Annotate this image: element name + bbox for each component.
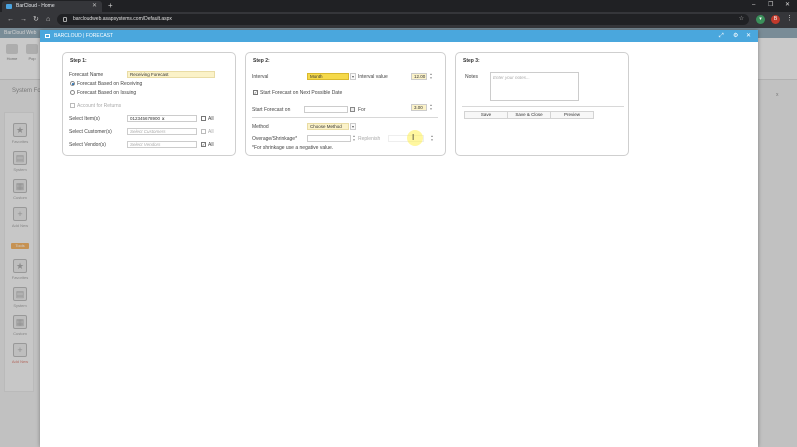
selected-item-tag: 012345678900 [130,116,161,121]
extension-shield-icon[interactable]: ▾ [756,15,765,24]
step2-divider [252,117,438,118]
preview-button[interactable]: Preview [550,111,594,119]
start-next-date-label: Start Forecast on Next Possible Date [260,90,343,96]
address-bar[interactable]: barcloudweb.asapsystems.com/Default.aspx… [57,14,749,25]
radio-forecast-receiving[interactable] [70,81,75,86]
back-icon[interactable]: ← [7,14,14,26]
step1-title: Step 1: [70,58,87,64]
window-close-icon[interactable]: ✕ [785,0,790,10]
maximize-icon[interactable]: ❐ [768,0,773,10]
forward-icon[interactable]: → [20,14,27,26]
window-icon [45,34,50,38]
start-forecast-on-label: Start Forecast on [252,107,291,113]
browser-tab[interactable]: BarCloud - Home ✕ [2,1,102,12]
notes-textarea[interactable]: Enter your notes... [490,72,579,101]
bookmark-star-icon[interactable]: ☆ [739,14,744,25]
interval-label: Interval [252,74,269,80]
method-dropdown-icon[interactable]: ▾ [350,123,356,130]
step3-title: Step 3: [463,58,480,64]
select-customers-label: Select Customer(s) [69,129,112,135]
forecast-modal: BARCLOUD | FORECAST ⤢ ⚙ ✕ Step 1: Foreca… [40,30,758,447]
address-bar-url: barcloudweb.asapsystems.com/Default.aspx [73,16,172,22]
save-close-button[interactable]: Save & Close [507,111,551,119]
items-all-label: All [208,116,214,122]
minimize-icon[interactable]: – [752,0,755,10]
start-next-date-checkbox[interactable]: ✓ [253,90,258,95]
replenish-spinner[interactable]: ▴ ▾ [430,134,434,142]
shrinkage-note: *For shrinkage use a negative value. [252,145,334,151]
method-select[interactable]: Choose Method [307,123,349,130]
forecast-name-input[interactable]: Receiving Forecast [127,71,215,78]
modal-header: BARCLOUD | FORECAST ⤢ ⚙ ✕ [40,30,758,42]
radio-issuing-label: Forecast Based on Issuing [77,90,137,96]
radio-forecast-issuing[interactable] [70,90,75,95]
account-returns-label: Account for Returns [77,103,122,109]
vendors-all-label: All [208,142,214,148]
save-button[interactable]: Save [464,111,508,119]
select-items-input[interactable]: 012345678900 x [127,115,197,122]
account-returns-checkbox[interactable] [70,103,75,108]
new-tab-icon[interactable]: + [108,0,113,12]
text-cursor-icon: I [412,133,415,142]
reload-icon[interactable]: ↻ [33,14,39,26]
interval-value-input[interactable]: 12.00 [411,73,427,80]
items-all-checkbox[interactable] [201,116,206,121]
modal-resize-icon[interactable]: ⤢ [719,30,724,42]
select-vendors-label: Select Vendor(s) [69,142,106,148]
cursor-highlight [407,130,423,146]
interval-value-spinner[interactable]: ▴ ▾ [429,72,433,80]
select-customers-input[interactable]: Select Customers [127,128,197,135]
replenish-label: Replenish [358,136,381,142]
modal-pin-icon[interactable]: ⚙ [733,30,738,42]
step1-panel: Step 1: Forecast Name Receiving Forecast… [62,52,236,156]
step3-panel: Step 3: Notes Enter your notes... Save S… [455,52,629,156]
lock-icon [63,17,67,22]
customers-all-label: All [208,129,214,135]
remove-item-icon[interactable]: x [162,116,165,121]
calendar-icon[interactable] [350,107,355,112]
browser-tab-title: BarCloud - Home [16,3,55,9]
barcloud-favicon-icon [6,4,12,9]
interval-dropdown-icon[interactable]: ▾ [350,73,356,80]
for-value-input[interactable]: 3.00 [411,104,427,111]
interval-value-label: Interval value [358,74,388,80]
overage-spinner[interactable]: ▴ ▾ [352,134,356,142]
interval-select[interactable]: Month [307,73,349,80]
overage-shrinkage-label: Overage/Shrinkage* [252,136,298,142]
profile-avatar[interactable]: B [771,15,780,24]
step2-title: Step 2: [253,58,270,64]
tab-close-icon[interactable]: ✕ [92,1,97,12]
overage-shrinkage-input[interactable] [307,135,351,142]
browser-tab-bar: BarCloud - Home ✕ + – ❐ ✕ [0,0,797,12]
notes-label: Notes [465,74,479,80]
modal-title: BARCLOUD | FORECAST [54,33,114,39]
method-label: Method [252,124,269,130]
customers-all-checkbox[interactable] [201,129,206,134]
select-items-label: Select Item(s) [69,116,100,122]
radio-receiving-label: Forecast Based on Receiving [77,81,143,87]
modal-close-icon[interactable]: ✕ [746,30,751,42]
forecast-name-label: Forecast Name [69,72,104,78]
start-forecast-date-input[interactable] [304,106,348,113]
step3-divider [462,106,624,107]
vendors-all-checkbox[interactable]: ✓ [201,142,206,147]
step2-panel: Step 2: Interval Month ▾ Interval value … [245,52,446,156]
for-value-spinner[interactable]: ▴ ▾ [429,103,433,111]
home-icon[interactable]: ⌂ [46,14,50,26]
browser-menu-icon[interactable]: ⋮ [786,13,793,25]
for-label: For [358,107,366,113]
select-vendors-input[interactable]: Select Vendors [127,141,197,148]
